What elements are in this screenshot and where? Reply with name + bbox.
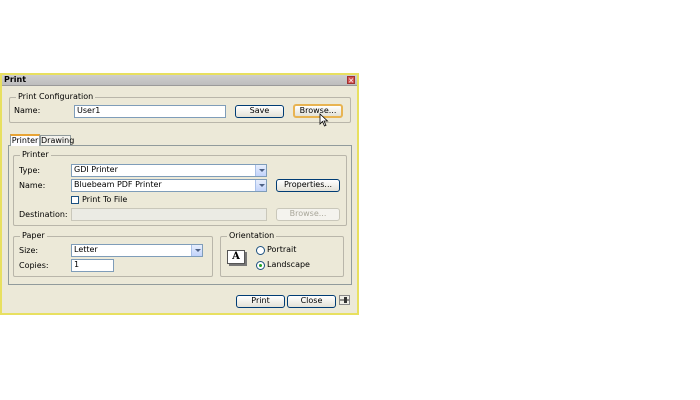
printer-type-label: Type:	[19, 166, 41, 175]
tab-printer[interactable]: Printer	[10, 134, 40, 146]
print-to-file-checkbox[interactable]	[71, 196, 79, 204]
printer-tab-panel: Printer Type: GDI Printer Name: Bluebeam…	[8, 145, 352, 285]
printer-type-select[interactable]: GDI Printer	[71, 164, 267, 177]
orientation-legend: Orientation	[227, 231, 277, 241]
printer-group: Printer Type: GDI Printer Name: Bluebeam…	[13, 150, 347, 226]
print-configuration-legend: Print Configuration	[16, 92, 96, 102]
copies-input[interactable]: 1	[71, 259, 114, 272]
landscape-page-icon: A	[227, 250, 247, 266]
portrait-label[interactable]: Portrait	[267, 245, 296, 255]
print-dialog: Print ✕ Print Configuration Name: User1 …	[0, 73, 359, 315]
landscape-label[interactable]: Landscape	[267, 260, 310, 270]
chevron-down-icon[interactable]	[191, 245, 202, 256]
copies-label: Copies:	[19, 261, 49, 270]
chevron-down-icon[interactable]	[255, 165, 266, 176]
printer-name-label: Name:	[19, 181, 46, 190]
print-to-file-label[interactable]: Print To File	[82, 195, 127, 205]
config-name-label: Name:	[14, 106, 41, 115]
pin-icon[interactable]	[339, 295, 350, 305]
printer-legend: Printer	[20, 150, 51, 160]
window-title: Print	[4, 75, 27, 84]
close-button[interactable]: Close	[287, 295, 336, 308]
chevron-down-icon[interactable]	[255, 180, 266, 191]
close-icon[interactable]: ✕	[347, 76, 355, 85]
destination-browse-button[interactable]: Browse...	[276, 208, 340, 221]
pin-glyph	[340, 297, 349, 303]
print-button[interactable]: Print	[236, 295, 285, 308]
save-button[interactable]: Save	[235, 105, 284, 118]
printer-type-value: GDI Printer	[74, 165, 118, 174]
destination-input[interactable]	[71, 208, 267, 221]
orientation-group: Orientation A Portrait Landscape	[220, 231, 344, 277]
paper-group: Paper Size: Letter Copies: 1	[13, 231, 213, 277]
landscape-radio[interactable]	[256, 261, 265, 270]
title-bar[interactable]: Print ✕	[2, 75, 357, 86]
paper-size-select[interactable]: Letter	[71, 244, 203, 257]
paper-legend: Paper	[20, 231, 47, 241]
config-browse-button[interactable]: Browse...	[293, 104, 343, 118]
paper-size-label: Size:	[19, 246, 39, 255]
destination-label: Destination:	[19, 210, 68, 219]
mouse-cursor-icon	[319, 113, 329, 127]
portrait-radio[interactable]	[256, 246, 265, 255]
printer-name-value: Bluebeam PDF Printer	[74, 180, 162, 189]
config-name-input[interactable]: User1	[74, 105, 226, 118]
paper-size-value: Letter	[74, 245, 98, 254]
properties-button[interactable]: Properties...	[276, 179, 340, 192]
print-configuration-group: Print Configuration Name: User1 Save Bro…	[9, 92, 351, 123]
printer-name-select[interactable]: Bluebeam PDF Printer	[71, 179, 267, 192]
